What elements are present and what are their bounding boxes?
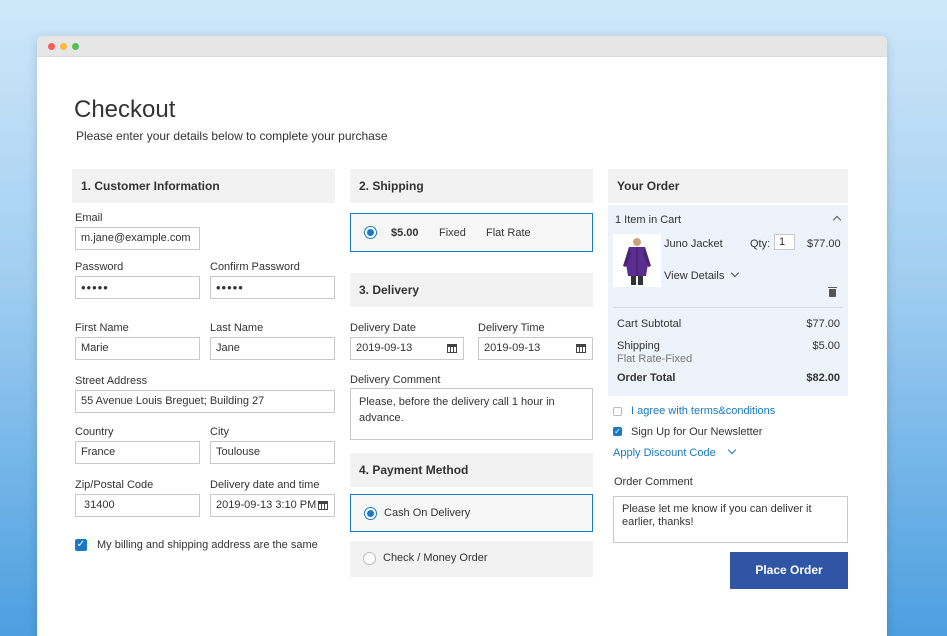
page-subtitle: Please enter your details below to compl… (76, 129, 388, 143)
order-comment-field[interactable]: Please let me know if you can deliver it… (613, 496, 848, 543)
chevron-down-icon (731, 268, 740, 278)
subtotal-value: $77.00 (806, 318, 840, 330)
payment-option-check[interactable]: Check / Money Order (350, 541, 593, 577)
order-total-value: $82.00 (806, 372, 840, 384)
view-details-toggle[interactable]: View Details (664, 268, 740, 282)
payment-option-label: Cash On Delivery (384, 507, 471, 519)
delivery-date-value: 2019-09-13 (356, 342, 413, 354)
delivery-date-label: Delivery Date (350, 322, 417, 334)
cart-items-count: 1 Item in Cart (615, 214, 682, 226)
first-name-field[interactable]: Marie (75, 337, 200, 360)
payment-option-label: Check / Money Order (383, 552, 488, 564)
shipping-option[interactable]: $5.00 Fixed Flat Rate (350, 213, 593, 252)
delivery-comment-label: Delivery Comment (350, 374, 441, 386)
shipping-radio[interactable] (364, 226, 377, 239)
delivery-heading: 3. Delivery (350, 273, 593, 307)
calendar-icon[interactable] (447, 344, 457, 353)
place-order-button[interactable]: Place Order (730, 552, 848, 589)
browser-window: Checkout Please enter your details below… (37, 36, 887, 636)
last-name-field[interactable]: Jane (210, 337, 335, 360)
shipping-method-note: Flat Rate-Fixed (617, 353, 693, 365)
delivery-datetime-field[interactable]: 2019-09-13 3:10 PM (210, 494, 335, 517)
terms-checkbox[interactable] (613, 407, 622, 416)
newsletter-checkbox[interactable]: ✓ (613, 427, 622, 436)
apply-discount-label: Apply Discount Code (613, 447, 716, 459)
qty-label: Qty: (750, 238, 771, 250)
zip-field[interactable]: 31400 (75, 494, 200, 517)
delivery-time-label: Delivery Time (478, 322, 545, 334)
shipping-label: Shipping (617, 340, 660, 352)
order-comment-label: Order Comment (614, 476, 693, 488)
order-summary: 1 Item in Cart Juno Jacket Qty: 1 $77.00… (608, 205, 848, 396)
jacket-icon (623, 238, 651, 285)
email-field[interactable]: m.jane@example.com (75, 227, 200, 250)
confirm-password-label: Confirm Password (210, 261, 300, 273)
password-field[interactable]: ••••• (75, 276, 200, 299)
country-label: Country (75, 426, 114, 438)
shipping-heading: 2. Shipping (350, 169, 593, 203)
delivery-datetime-label: Delivery date and time (210, 479, 320, 491)
delivery-date-field[interactable]: 2019-09-13 (350, 337, 464, 360)
payment-option-cash[interactable]: Cash On Delivery (350, 494, 593, 532)
email-label: Email (75, 212, 103, 224)
newsletter-label: Sign Up for Our Newsletter (631, 426, 763, 438)
view-details-label: View Details (664, 270, 725, 282)
close-window-button[interactable] (48, 43, 55, 50)
payment-radio-check[interactable] (363, 552, 376, 565)
calendar-icon[interactable] (318, 501, 328, 510)
confirm-password-field[interactable]: ••••• (210, 276, 335, 299)
payment-radio-cash[interactable] (364, 507, 377, 520)
city-label: City (210, 426, 229, 438)
qty-input[interactable]: 1 (774, 234, 795, 250)
country-select[interactable]: France (75, 441, 200, 464)
terms-link[interactable]: I agree with terms&conditions (631, 405, 775, 417)
shipping-value: $5.00 (812, 340, 840, 352)
summary-divider (613, 307, 843, 308)
same-address-checkbox[interactable]: ✓ (75, 539, 87, 551)
city-field[interactable]: Toulouse (210, 441, 335, 464)
zip-label: Zip/Postal Code (75, 479, 154, 491)
shipping-price: $5.00 (391, 227, 419, 239)
delivery-datetime-value: 2019-09-13 3:10 PM (216, 499, 317, 511)
collapse-chevron-icon[interactable] (832, 215, 842, 225)
product-name: Juno Jacket (664, 238, 723, 250)
trash-icon[interactable] (829, 289, 836, 297)
chevron-down-icon (727, 445, 737, 455)
customer-info-heading: 1. Customer Information (72, 169, 335, 203)
first-name-label: First Name (75, 322, 129, 334)
trash-icon-lid (828, 287, 837, 288)
product-price: $77.00 (807, 238, 841, 250)
payment-heading: 4. Payment Method (350, 453, 593, 487)
same-address-label: My billing and shipping address are the … (97, 539, 318, 551)
order-total-label: Order Total (617, 372, 676, 384)
delivery-time-field[interactable]: 2019-09-13 (478, 337, 593, 360)
your-order-heading: Your Order (608, 169, 848, 203)
subtotal-label: Cart Subtotal (617, 318, 682, 330)
window-titlebar (37, 36, 887, 57)
street-address-label: Street Address (75, 375, 148, 387)
apply-discount-toggle[interactable]: Apply Discount Code (613, 445, 737, 459)
product-image (613, 234, 661, 287)
minimize-window-button[interactable] (60, 43, 67, 50)
delivery-comment-field[interactable]: Please, before the delivery call 1 hour … (350, 388, 593, 440)
maximize-window-button[interactable] (72, 43, 79, 50)
shipping-carrier: Flat Rate (486, 227, 531, 239)
calendar-icon[interactable] (576, 344, 586, 353)
password-label: Password (75, 261, 124, 273)
street-address-field[interactable]: 55 Avenue Louis Breguet; Building 27 (75, 390, 335, 413)
shipping-method: Fixed (439, 227, 466, 239)
page-title: Checkout (74, 96, 176, 123)
last-name-label: Last Name (210, 322, 264, 334)
delivery-time-value: 2019-09-13 (484, 342, 541, 354)
